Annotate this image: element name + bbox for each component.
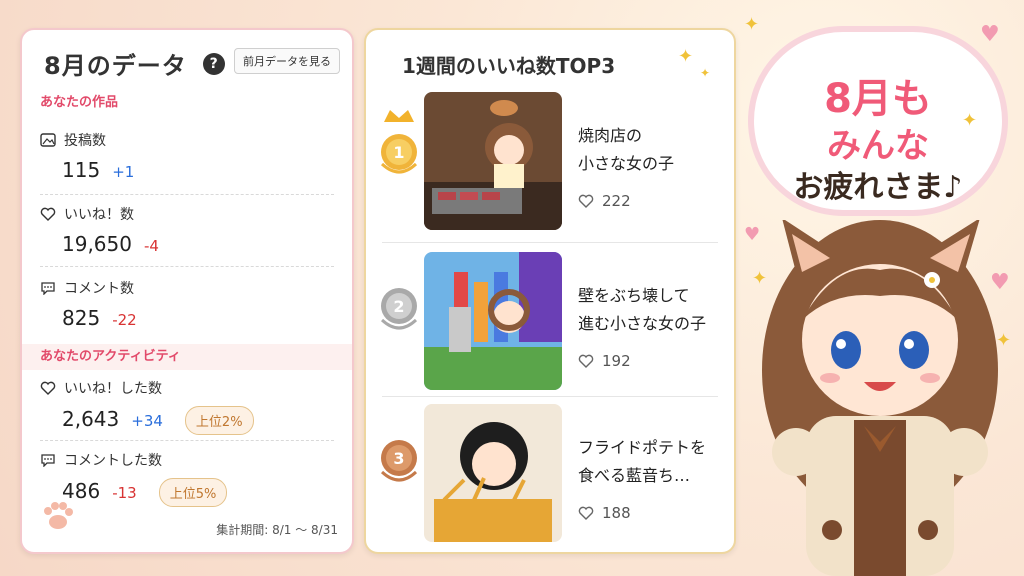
sparkle-icon: ✦ (700, 66, 711, 80)
stat-delta: +34 (131, 412, 163, 430)
top3-item-2[interactable]: 2 壁をぶち壊して 進む小さな女の子 192 (366, 252, 734, 392)
item-likes: 192 (578, 352, 631, 370)
image-icon (40, 133, 56, 147)
sparkle-icon: ✦ (678, 46, 694, 67)
greeting-line-3: お疲れさま♪ (793, 170, 963, 205)
item-title[interactable]: 壁をぶち壊して 進む小さな女の子 (578, 282, 728, 338)
stat-posts: 投稿数 115 +1 (40, 130, 330, 182)
svg-text:2: 2 (393, 297, 404, 316)
stat-label: いいね！した数 (64, 381, 162, 397)
stat-label: コメント数 (64, 281, 134, 297)
divider (382, 396, 718, 397)
monthly-data-panel: 8月のデータ ? 前月データを見る あなたの作品 投稿数 115 +1 いいね！… (20, 28, 354, 554)
top3-title: 1週間のいいね数TOP3 (402, 54, 616, 78)
divider (40, 194, 334, 195)
aggregation-period: 集計期間: 8/1 〜 8/31 (216, 523, 338, 537)
thumbnail-3[interactable] (424, 404, 562, 542)
stat-value: 825 (62, 306, 101, 330)
svg-text:1: 1 (393, 143, 404, 162)
bronze-medal-icon: 3 (380, 440, 418, 482)
top3-panel: 1週間のいいね数TOP3 1 焼肉店の 小さな女の子 222 2 壁をぶち壊して… (364, 28, 736, 554)
item-likes: 222 (578, 192, 631, 210)
rank-badge: 上位5% (158, 478, 228, 507)
sparkle-icon: ✦ (962, 110, 978, 131)
stat-delta: -4 (143, 237, 159, 255)
stat-comments: コメント数 825 -22 (40, 278, 330, 330)
stat-value: 2,643 (62, 407, 120, 431)
help-icon[interactable]: ? (202, 52, 225, 75)
stat-likes: いいね！数 19,650 -4 (40, 204, 330, 256)
stat-value: 19,650 (62, 232, 132, 256)
heart-icon (40, 207, 56, 221)
activity-likes-given: いいね！した数 2,643 +34 上位2% (40, 378, 330, 435)
svg-text:3: 3 (393, 449, 404, 468)
heart-icon (40, 381, 56, 395)
divider (40, 440, 334, 441)
section-your-activity: あなたのアクティビティ (22, 344, 352, 370)
item-title[interactable]: フライドポテトを 食べる藍音ち… (578, 434, 728, 490)
section-your-works: あなたの作品 (40, 95, 119, 110)
divider (382, 242, 718, 243)
gold-crown-medal-icon: 1 (380, 110, 418, 174)
paw-icon (44, 502, 73, 529)
heart-icon (578, 354, 594, 368)
divider (40, 266, 334, 267)
silver-medal-icon: 2 (380, 288, 418, 330)
item-likes: 188 (578, 504, 631, 522)
stat-label: 投稿数 (64, 133, 106, 149)
thumbnail-1[interactable] (424, 92, 562, 230)
heart-icon: ♥ (980, 22, 1000, 47)
stat-value: 115 (62, 158, 101, 182)
sparkle-icon: ✦ (744, 14, 760, 35)
stat-delta: -13 (112, 484, 137, 502)
heart-icon (578, 506, 594, 520)
top3-item-3[interactable]: 3 フライドポテトを 食べる藍音ち… 188 (366, 404, 734, 544)
rank-badge: 上位2% (184, 406, 254, 435)
item-title[interactable]: 焼肉店の 小さな女の子 (578, 122, 728, 178)
stat-label: コメントした数 (64, 453, 162, 469)
top3-item-1[interactable]: 1 焼肉店の 小さな女の子 222 (366, 92, 734, 232)
heart-icon (578, 194, 594, 208)
comment-icon (41, 282, 55, 295)
prev-month-button[interactable]: 前月データを見る (234, 48, 340, 74)
stat-delta: +1 (112, 163, 135, 181)
cat-girl-illustration (762, 220, 998, 576)
panel-header: 8月のデータ ? (44, 46, 225, 81)
thumbnail-2[interactable] (424, 252, 562, 390)
panel-title: 8月のデータ (44, 52, 187, 80)
comment-icon (41, 454, 55, 467)
stat-label: いいね！数 (64, 207, 134, 223)
stat-delta: -22 (112, 311, 137, 329)
activity-comments-given: コメントした数 486 -13 上位5% (40, 450, 330, 507)
